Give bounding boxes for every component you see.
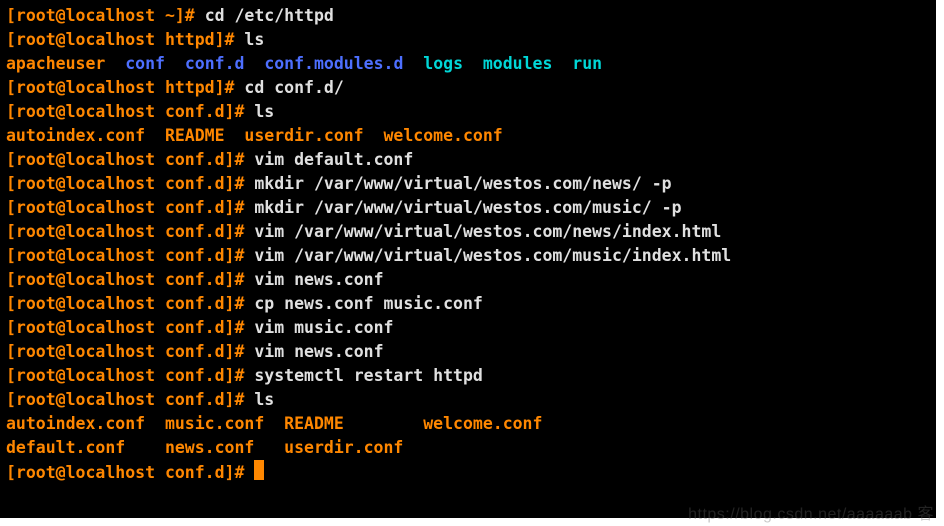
command-text: cd conf.d/: [244, 78, 343, 97]
output-text: conf: [125, 54, 185, 73]
prompt: [root@localhost conf.d]#: [6, 174, 254, 193]
prompt: [root@localhost conf.d]#: [6, 198, 254, 217]
terminal-line: [root@localhost ~]# cd /etc/httpd: [6, 4, 936, 28]
command-text: cd /etc/httpd: [205, 6, 334, 25]
output-text: autoindex.conf music.conf README welcome…: [6, 414, 542, 433]
terminal-line: [root@localhost conf.d]# ls: [6, 388, 936, 412]
prompt: [root@localhost conf.d]#: [6, 463, 254, 482]
prompt: [root@localhost conf.d]#: [6, 342, 254, 361]
terminal-line: [root@localhost conf.d]# vim news.conf: [6, 340, 936, 364]
terminal-line: [root@localhost httpd]# cd conf.d/: [6, 76, 936, 100]
prompt: [root@localhost conf.d]#: [6, 246, 254, 265]
command-text: vim default.conf: [254, 150, 413, 169]
terminal-line: [root@localhost conf.d]# systemctl resta…: [6, 364, 936, 388]
output-text: apacheuser: [6, 54, 125, 73]
command-text: vim /var/www/virtual/westos.com/news/ind…: [254, 222, 721, 241]
terminal-line: autoindex.conf music.conf README welcome…: [6, 412, 936, 436]
prompt: [root@localhost conf.d]#: [6, 102, 254, 121]
command-text: mkdir /var/www/virtual/westos.com/news/ …: [254, 174, 671, 193]
terminal-line: [root@localhost httpd]# ls: [6, 28, 936, 52]
command-text: vim news.conf: [254, 270, 383, 289]
terminal-line: default.conf news.conf userdir.conf: [6, 436, 936, 460]
terminal-window[interactable]: [root@localhost ~]# cd /etc/httpd[root@l…: [0, 0, 936, 518]
terminal-line: [root@localhost conf.d]# mkdir /var/www/…: [6, 196, 936, 220]
output-text: conf.modules.d: [264, 54, 423, 73]
prompt: [root@localhost conf.d]#: [6, 366, 254, 385]
output-text: conf.d: [185, 54, 264, 73]
terminal-line: [root@localhost conf.d]# vim /var/www/vi…: [6, 220, 936, 244]
prompt: [root@localhost conf.d]#: [6, 294, 254, 313]
terminal-line: [root@localhost conf.d]# vim music.conf: [6, 316, 936, 340]
prompt: [root@localhost httpd]#: [6, 30, 244, 49]
prompt: [root@localhost ~]#: [6, 6, 205, 25]
output-text: autoindex.conf README userdir.conf welco…: [6, 126, 503, 145]
command-text: ls: [254, 102, 274, 121]
terminal-line: [root@localhost conf.d]# cp news.conf mu…: [6, 292, 936, 316]
terminal-line: autoindex.conf README userdir.conf welco…: [6, 124, 936, 148]
command-text: cp news.conf music.conf: [254, 294, 482, 313]
prompt: [root@localhost conf.d]#: [6, 150, 254, 169]
command-text: mkdir /var/www/virtual/westos.com/music/…: [254, 198, 681, 217]
terminal-line: [root@localhost conf.d]# vim default.con…: [6, 148, 936, 172]
output-text: modules: [483, 54, 572, 73]
terminal-line: [root@localhost conf.d]# vim news.conf: [6, 268, 936, 292]
prompt: [root@localhost conf.d]#: [6, 318, 254, 337]
cursor: [254, 460, 264, 480]
prompt: [root@localhost httpd]#: [6, 78, 244, 97]
prompt: [root@localhost conf.d]#: [6, 390, 254, 409]
terminal-line: [root@localhost conf.d]# ls: [6, 100, 936, 124]
command-text: vim news.conf: [254, 342, 383, 361]
command-text: ls: [244, 30, 264, 49]
command-text: vim music.conf: [254, 318, 393, 337]
command-text: systemctl restart httpd: [254, 366, 482, 385]
terminal-line: [root@localhost conf.d]# mkdir /var/www/…: [6, 172, 936, 196]
command-text: ls: [254, 390, 274, 409]
terminal-line: [root@localhost conf.d]# vim /var/www/vi…: [6, 244, 936, 268]
output-text: run: [572, 54, 602, 73]
command-text: vim /var/www/virtual/westos.com/music/in…: [254, 246, 731, 265]
watermark-text: https://blog.csdn.net/aaaaaab 客: [688, 500, 934, 524]
output-text: logs: [423, 54, 483, 73]
prompt: [root@localhost conf.d]#: [6, 270, 254, 289]
prompt: [root@localhost conf.d]#: [6, 222, 254, 241]
terminal-line: [root@localhost conf.d]#: [6, 460, 936, 485]
terminal-line: apacheuser conf conf.d conf.modules.d lo…: [6, 52, 936, 76]
output-text: default.conf news.conf userdir.conf: [6, 438, 403, 457]
